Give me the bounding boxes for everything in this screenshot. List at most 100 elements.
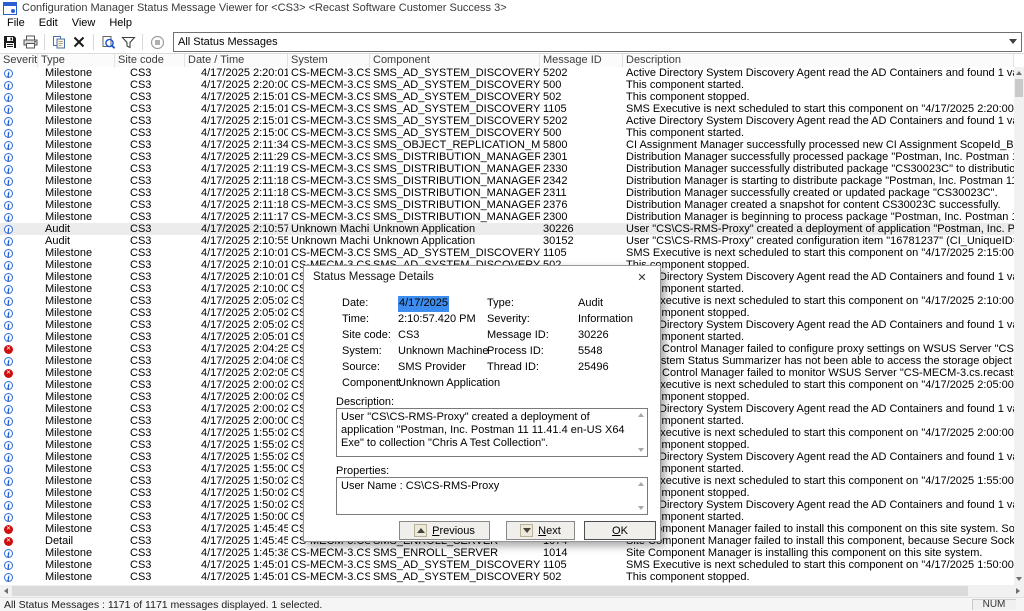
horizontal-scrollbar[interactable] <box>0 585 1024 597</box>
delete-button[interactable] <box>69 32 89 52</box>
cell-type: Milestone <box>38 319 115 331</box>
table-row[interactable]: iMilestoneCS34/17/2025 2:11:19 PMCS-MECM… <box>0 163 1014 175</box>
properties-box[interactable]: User Name : CS\CS-RMS-Proxy <box>336 477 648 515</box>
print-icon <box>23 35 38 49</box>
table-row[interactable]: iMilestoneCS34/17/2025 2:20:00 PMCS-MECM… <box>0 79 1014 91</box>
column-header-sev[interactable]: Severity <box>0 54 38 67</box>
chevron-down-icon[interactable] <box>1005 33 1021 49</box>
previous-button[interactable]: Previous <box>399 521 490 540</box>
table-row[interactable]: iMilestoneCS34/17/2025 2:15:00 PMCS-MECM… <box>0 127 1014 139</box>
horizontal-scrollbar-thumb[interactable] <box>12 586 968 596</box>
scroll-right-icon[interactable] <box>1016 588 1020 594</box>
table-row[interactable]: iMilestoneCS34/17/2025 2:15:01 PMCS-MECM… <box>0 91 1014 103</box>
cell-type: Milestone <box>38 79 115 91</box>
cell-date: 4/17/2025 2:10:55 PM <box>185 235 288 247</box>
scroll-up-icon[interactable] <box>1016 71 1022 75</box>
menu-view[interactable]: View <box>65 16 103 31</box>
table-row[interactable]: iMilestoneCS34/17/2025 1:45:38 PMCS-MECM… <box>0 547 1014 559</box>
status-text: All Status Messages : 1171 of 1171 messa… <box>0 599 322 611</box>
dialog-field: Message ID:30226 <box>487 328 652 344</box>
vertical-scrollbar-thumb[interactable] <box>1015 79 1023 97</box>
cell-type: Milestone <box>38 463 115 475</box>
menu-file[interactable]: File <box>0 16 32 31</box>
cell-date: 4/17/2025 2:02:05 PM <box>185 367 288 379</box>
column-header-site[interactable]: Site code <box>115 54 185 67</box>
scroll-down-icon[interactable] <box>638 448 644 452</box>
cell-type: Milestone <box>38 283 115 295</box>
cell-type: Milestone <box>38 91 115 103</box>
cell-desc: Site System Status Summarizer has not be… <box>623 355 1014 367</box>
find-button[interactable] <box>98 32 118 52</box>
cell-desc: Site Component Manager is installing thi… <box>623 547 1014 559</box>
scroll-up-icon[interactable] <box>638 413 644 417</box>
cell-desc: Distribution Manager is starting to dist… <box>623 175 1014 187</box>
cell-desc: SMS Executive is next scheduled to start… <box>623 103 1014 115</box>
column-header-mid[interactable]: Message ID <box>540 54 623 67</box>
field-label: Process ID: <box>487 344 578 360</box>
info-icon: i <box>4 513 13 522</box>
save-icon <box>3 35 17 49</box>
cell-desc: Active Directory System Discovery Agent … <box>623 115 1014 127</box>
table-row[interactable]: iMilestoneCS34/17/2025 2:11:18 PMCS-MECM… <box>0 175 1014 187</box>
info-icon: i <box>4 357 13 366</box>
cell-desc: User "CS\CS-RMS-Proxy" created configura… <box>623 235 1014 247</box>
cell-desc: Active Directory System Discovery Agent … <box>623 451 1014 463</box>
cell-type: Milestone <box>38 151 115 163</box>
description-box[interactable]: User "CS\CS-RMS-Proxy" created a deploym… <box>336 408 648 457</box>
scroll-left-icon[interactable] <box>4 588 8 594</box>
field-value: 2:10:57.420 PM <box>398 312 476 328</box>
cell-site: CS3 <box>115 283 185 295</box>
close-icon[interactable]: ✕ <box>634 270 650 286</box>
cell-site: CS3 <box>115 547 185 559</box>
table-row[interactable]: iAuditCS34/17/2025 2:10:57 PMUnknown Mac… <box>0 223 1014 235</box>
cell-site: CS3 <box>115 127 185 139</box>
table-row[interactable]: iMilestoneCS34/17/2025 2:15:01 PMCS-MECM… <box>0 103 1014 115</box>
column-header-comp[interactable]: Component <box>370 54 540 67</box>
cell-mid: 2300 <box>540 211 623 223</box>
stop-button[interactable] <box>147 32 167 52</box>
table-row[interactable]: iAuditCS34/17/2025 2:10:55 PMUnknown Mac… <box>0 235 1014 247</box>
delete-icon <box>73 36 85 48</box>
cell-type: Milestone <box>38 343 115 355</box>
message-filter-combobox[interactable]: All Status Messages <box>173 32 1022 52</box>
scroll-down-icon[interactable] <box>638 506 644 510</box>
table-row[interactable]: iMilestoneCS34/17/2025 2:11:29 PMCS-MECM… <box>0 151 1014 163</box>
next-button[interactable]: Next <box>506 521 575 540</box>
cell-date: 4/17/2025 2:11:29 PM <box>185 151 288 163</box>
column-header-type[interactable]: Type <box>38 54 115 67</box>
column-header-sys[interactable]: System <box>288 54 370 67</box>
scroll-down-icon[interactable] <box>1016 577 1022 581</box>
dialog-field: Component:Unknown Application <box>342 376 492 392</box>
column-header-desc[interactable]: Description <box>623 54 1014 67</box>
table-row[interactable]: iMilestoneCS34/17/2025 2:15:01 PMCS-MECM… <box>0 115 1014 127</box>
table-row[interactable]: iMilestoneCS34/17/2025 1:45:01 PMCS-MECM… <box>0 571 1014 583</box>
cell-date: 4/17/2025 2:15:01 PM <box>185 103 288 115</box>
ok-button[interactable]: OK <box>584 521 656 540</box>
table-row[interactable]: iMilestoneCS34/17/2025 2:11:17 PMCS-MECM… <box>0 211 1014 223</box>
table-row[interactable]: iMilestoneCS34/17/2025 2:11:18 PMCS-MECM… <box>0 187 1014 199</box>
scroll-up-icon[interactable] <box>638 482 644 486</box>
num-lock-indicator: NUM <box>972 599 1016 610</box>
table-row[interactable]: iMilestoneCS34/17/2025 2:11:34 PMCS-MECM… <box>0 139 1014 151</box>
table-row[interactable]: iMilestoneCS34/17/2025 1:45:01 PMCS-MECM… <box>0 559 1014 571</box>
cell-date: 4/17/2025 2:00:00 PM <box>185 415 288 427</box>
info-icon: i <box>4 165 13 174</box>
copy-button[interactable] <box>49 32 69 52</box>
table-row[interactable]: iMilestoneCS34/17/2025 2:20:01 PMCS-MECM… <box>0 67 1014 79</box>
cell-desc: WSUS Control Manager failed to monitor W… <box>623 367 1014 379</box>
table-row[interactable]: iMilestoneCS34/17/2025 2:11:18 PMCS-MECM… <box>0 199 1014 211</box>
cell-site: CS3 <box>115 391 185 403</box>
column-header-date[interactable]: Date / Time <box>185 54 288 67</box>
vertical-scrollbar[interactable] <box>1014 67 1024 585</box>
menu-help[interactable]: Help <box>102 16 139 31</box>
table-row[interactable]: iMilestoneCS34/17/2025 2:10:01 PMCS-MECM… <box>0 247 1014 259</box>
cell-date: 4/17/2025 2:15:01 PM <box>185 115 288 127</box>
print-button[interactable] <box>20 32 40 52</box>
info-icon: i <box>4 129 13 138</box>
menu-edit[interactable]: Edit <box>32 16 65 31</box>
cell-site: CS3 <box>115 295 185 307</box>
field-label: Source: <box>342 360 398 376</box>
save-button[interactable] <box>0 32 20 52</box>
filter-button[interactable] <box>118 32 138 52</box>
field-label: System: <box>342 344 398 360</box>
